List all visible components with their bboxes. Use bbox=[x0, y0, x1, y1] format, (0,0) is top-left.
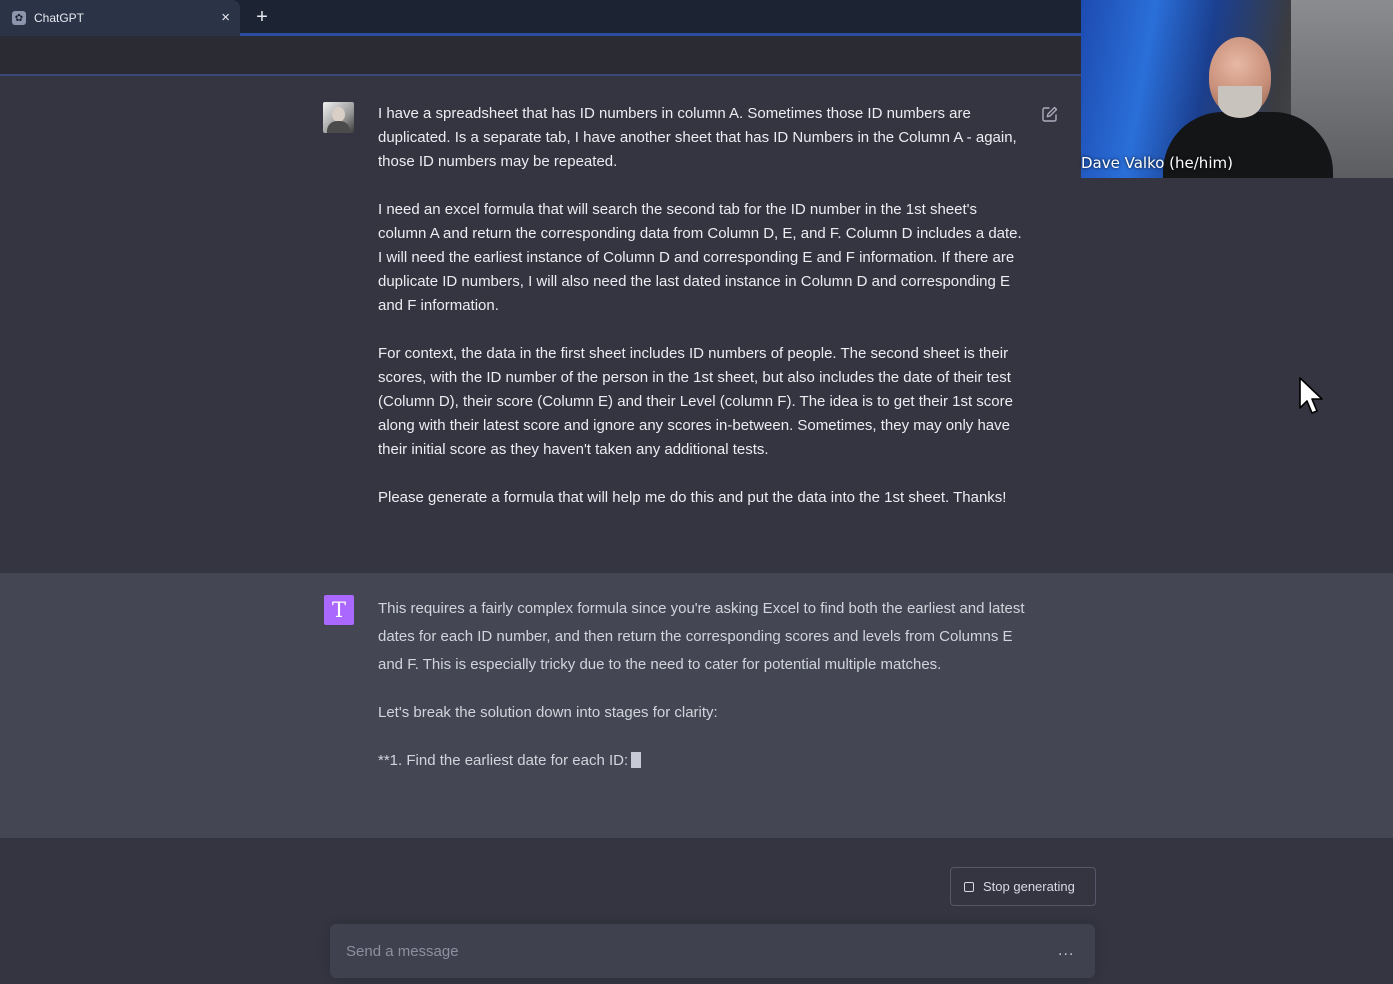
stop-generating-button[interactable]: Stop generating bbox=[950, 867, 1096, 906]
chatgpt-favicon-icon: ✿ bbox=[12, 11, 26, 25]
user-message-text: I have a spreadsheet that has ID numbers… bbox=[378, 102, 1028, 510]
new-tab-button[interactable]: + bbox=[252, 5, 272, 29]
assistant-paragraph-streaming: **1. Find the earliest date for each ID: bbox=[378, 747, 1028, 775]
stop-icon bbox=[964, 881, 974, 892]
video-person-beard bbox=[1218, 86, 1262, 118]
tab-title: ChatGPT bbox=[34, 11, 85, 25]
streaming-text: **1. Find the earliest date for each ID: bbox=[378, 752, 629, 769]
browser-tab-chatgpt[interactable]: ✿ ChatGPT × bbox=[0, 0, 240, 36]
avatar-shoulders bbox=[327, 121, 350, 133]
assistant-paragraph: This requires a fairly complex formula s… bbox=[378, 600, 1025, 673]
close-tab-icon[interactable]: × bbox=[221, 9, 230, 27]
message-input[interactable] bbox=[344, 939, 1034, 963]
typing-cursor bbox=[631, 752, 642, 768]
user-avatar bbox=[323, 102, 354, 133]
user-paragraph: Please generate a formula that will help… bbox=[378, 489, 1007, 506]
stop-generating-label: Stop generating bbox=[983, 879, 1075, 894]
user-paragraph: I have a spreadsheet that has ID numbers… bbox=[378, 105, 1017, 170]
mouse-pointer-icon bbox=[1299, 377, 1323, 414]
user-paragraph: I need an excel formula that will search… bbox=[378, 201, 1022, 314]
avatar-face bbox=[332, 107, 345, 122]
edit-message-icon[interactable] bbox=[1041, 105, 1059, 123]
user-paragraph: For context, the data in the first sheet… bbox=[378, 345, 1013, 458]
video-feed bbox=[1081, 0, 1393, 178]
message-composer: ... bbox=[330, 924, 1095, 978]
assistant-avatar: T bbox=[324, 595, 354, 625]
assistant-message-text: This requires a fairly complex formula s… bbox=[378, 595, 1028, 795]
video-participant-name: Dave Valko (he/him) bbox=[1081, 154, 1233, 172]
send-loading-dots-icon: ... bbox=[1058, 942, 1075, 959]
assistant-paragraph: Let's break the solution down into stage… bbox=[378, 704, 718, 721]
